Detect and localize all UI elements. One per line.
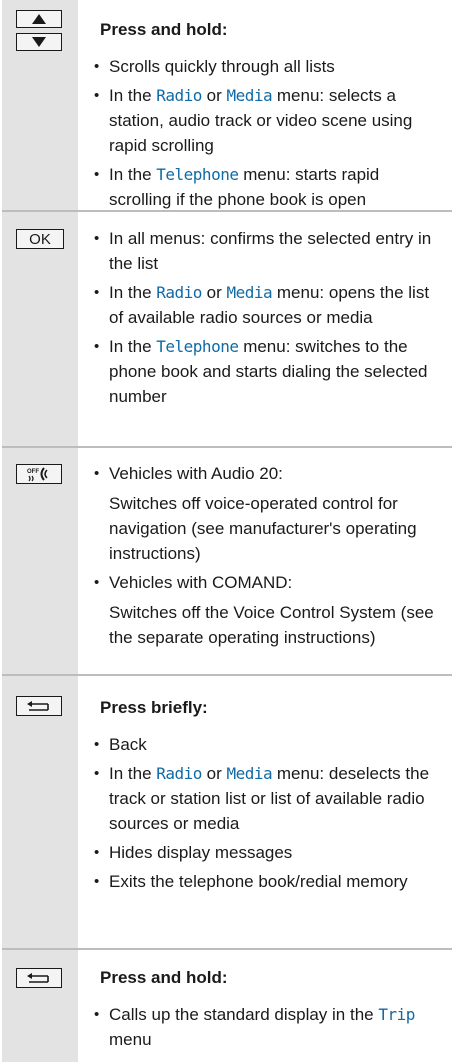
ok-key-label: OK: [29, 230, 51, 248]
voice-off-key[interactable]: OFF: [16, 464, 62, 484]
menu-name-radio: Radio: [156, 764, 202, 783]
bullet-list: Back In the Radio or Media menu: deselec…: [94, 732, 446, 898]
list-item: Vehicles with COMAND:Switches off the Vo…: [94, 570, 446, 650]
list-item: In all menus: confirms the selected entr…: [94, 226, 446, 276]
back-key[interactable]: [16, 968, 62, 988]
row-heading: Press briefly:: [100, 698, 208, 717]
bullet-list: Calls up the standard display in the Tri…: [94, 1002, 446, 1056]
key-cell: [2, 0, 78, 210]
svg-text:OFF: OFF: [27, 469, 39, 475]
row-voice-off: OFF Vehicles with Audio 20:Switches off …: [2, 446, 452, 674]
item-detail: Switches off the Voice Control System (s…: [109, 603, 434, 647]
list-item: In the Radio or Media menu: opens the li…: [94, 280, 446, 330]
list-item: In the Radio or Media menu: selects a st…: [94, 83, 446, 158]
back-key[interactable]: [16, 696, 62, 716]
menu-name-telephone: Telephone: [156, 165, 239, 184]
list-item: Calls up the standard display in the Tri…: [94, 1002, 446, 1052]
list-item: Scrolls quickly through all lists: [94, 54, 446, 79]
row-heading: Press and hold:: [100, 968, 228, 987]
up-arrow-key[interactable]: [16, 10, 62, 28]
row-heading: Press and hold:: [100, 20, 228, 39]
menu-name-telephone: Telephone: [156, 337, 239, 356]
back-icon: [27, 701, 49, 711]
list-item: Exits the telephone book/redial memory: [94, 869, 446, 894]
list-item: Hides display messages: [94, 840, 446, 865]
menu-name-radio: Radio: [156, 283, 202, 302]
down-arrow-key[interactable]: [16, 33, 62, 51]
bullet-list: In all menus: confirms the selected entr…: [94, 226, 446, 413]
list-item: In the Telephone menu: starts rapid scro…: [94, 162, 446, 212]
ok-key[interactable]: OK: [16, 229, 64, 249]
menu-name-media: Media: [226, 283, 273, 302]
row-up-down: Press and hold: Scrolls quickly through …: [2, 0, 452, 210]
key-cell: OFF: [2, 448, 78, 674]
row-back-brief: Press briefly: Back In the Radio or Medi…: [2, 674, 452, 948]
item-detail: Switches off voice-operated control for …: [109, 494, 417, 563]
key-cell: OK: [2, 212, 78, 446]
list-item: Vehicles with Audio 20:Switches off voic…: [94, 461, 446, 566]
list-item: In the Telephone menu: switches to the p…: [94, 334, 446, 409]
down-triangle-icon: [32, 37, 46, 47]
description-cell: Vehicles with Audio 20:Switches off voic…: [78, 448, 452, 674]
bullet-list: Vehicles with Audio 20:Switches off voic…: [94, 461, 446, 654]
description-cell: Press and hold: Scrolls quickly through …: [78, 0, 452, 210]
key-cell: [2, 950, 78, 1062]
row-back-hold: Press and hold: Calls up the standard di…: [2, 948, 452, 1062]
up-triangle-icon: [32, 14, 46, 24]
voice-off-icon: OFF: [27, 467, 48, 482]
back-icon: [27, 973, 49, 983]
bullet-list: Scrolls quickly through all lists In the…: [94, 54, 446, 216]
menu-name-media: Media: [226, 86, 273, 105]
row-ok: OK In all menus: confirms the selected e…: [2, 210, 452, 446]
menu-name-media: Media: [226, 764, 273, 783]
description-cell: In all menus: confirms the selected entr…: [78, 212, 452, 446]
menu-name-trip: Trip: [378, 1005, 415, 1024]
description-cell: Press briefly: Back In the Radio or Medi…: [78, 676, 452, 948]
menu-name-radio: Radio: [156, 86, 202, 105]
description-cell: Press and hold: Calls up the standard di…: [78, 950, 452, 1062]
key-cell: [2, 676, 78, 948]
list-item: In the Radio or Media menu: deselects th…: [94, 761, 446, 836]
list-item: Back: [94, 732, 446, 757]
